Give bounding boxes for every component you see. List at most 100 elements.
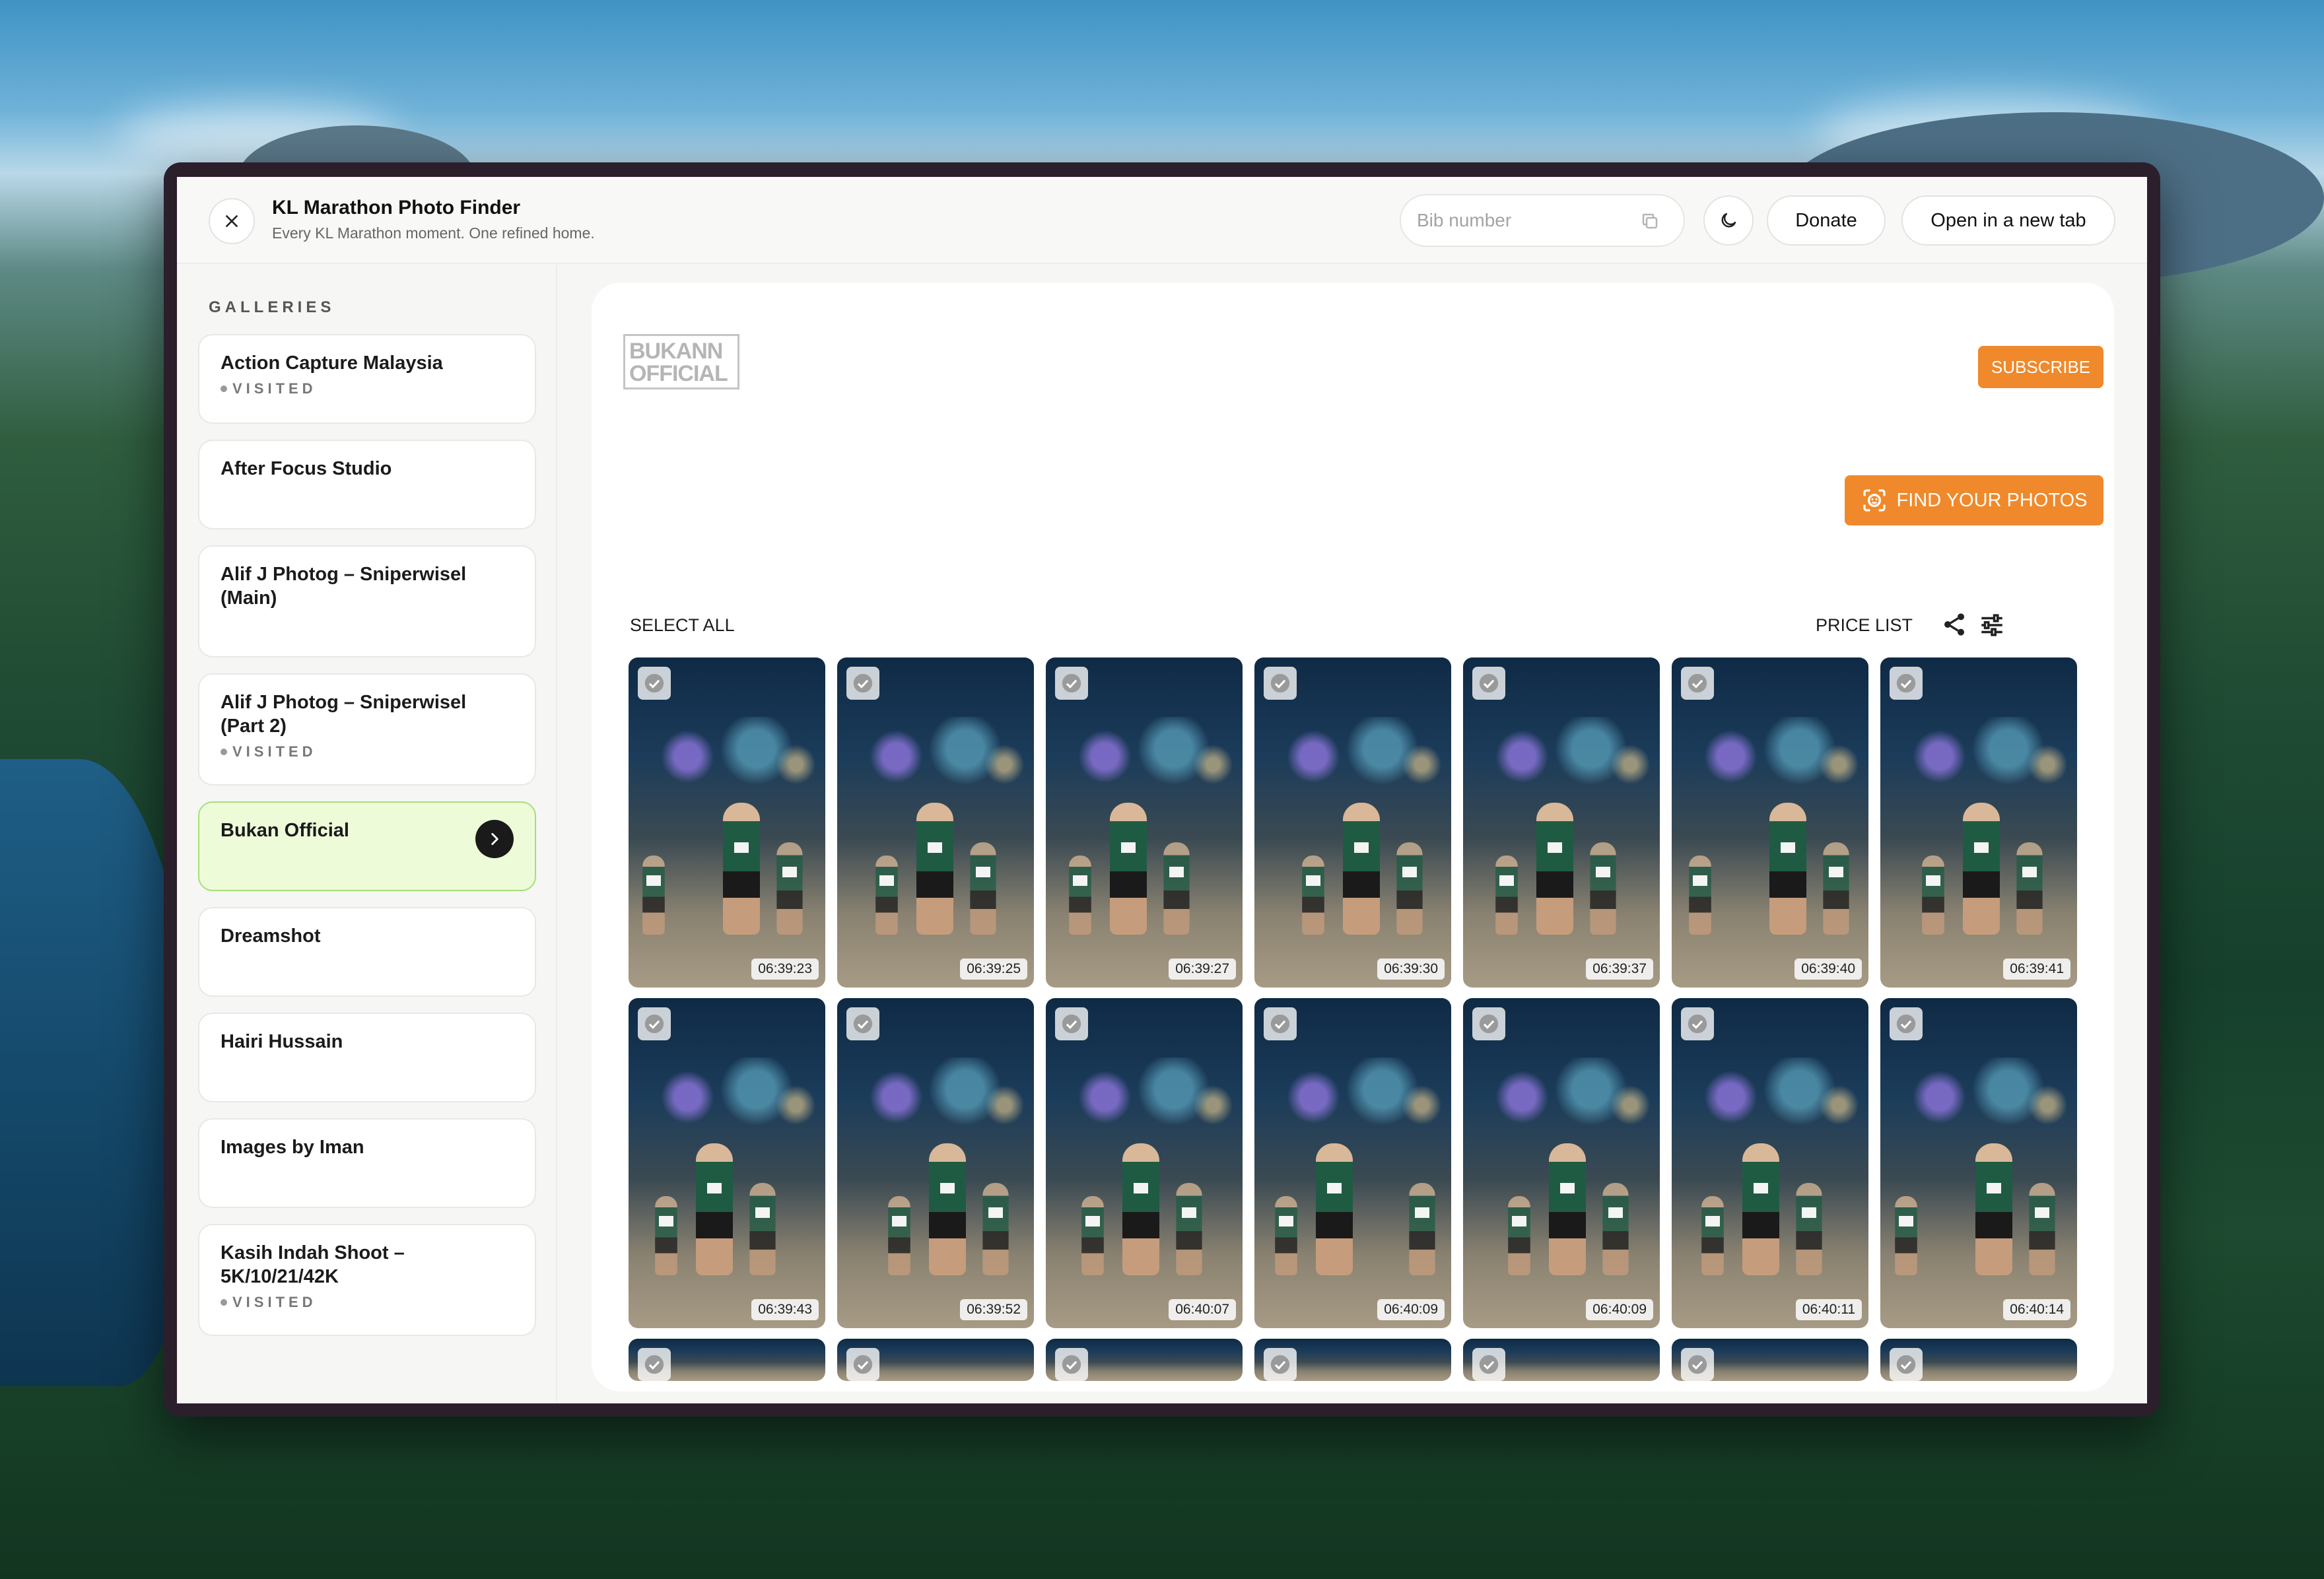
photo-select-checkbox[interactable]	[1681, 667, 1714, 700]
runner-figure	[1823, 842, 1849, 935]
gallery-item[interactable]: After Focus Studio	[198, 440, 536, 529]
photo-select-checkbox[interactable]	[1890, 1007, 1923, 1040]
gallery-content: BUKANN OFFICIAL SUBSCRIBE FIND YOUR PHOT…	[592, 283, 2114, 1392]
photo-select-checkbox[interactable]	[1472, 1348, 1505, 1381]
photo-select-checkbox[interactable]	[846, 1348, 879, 1381]
gallery-name: Action Capture Malaysia	[221, 353, 443, 374]
photo-select-checkbox[interactable]	[1681, 1007, 1714, 1040]
photo-thumbnail[interactable]: 06:39:37	[1463, 657, 1660, 988]
runner-figure	[1495, 856, 1518, 935]
gallery-item[interactable]: Alif J Photog – Sniperwisel (Part 2) VISI…	[198, 673, 536, 786]
photo-thumbnail[interactable]	[837, 1339, 1034, 1381]
price-list-button[interactable]: PRICE LIST	[1816, 615, 1913, 636]
gallery-item[interactable]: Bukan Official	[198, 801, 536, 891]
photo-thumbnail[interactable]	[1254, 1339, 1451, 1381]
photo-thumbnail[interactable]	[1672, 1339, 1868, 1381]
photo-thumbnail[interactable]	[629, 1339, 825, 1381]
photo-thumbnail[interactable]	[1880, 1339, 2077, 1381]
donate-button[interactable]: Donate	[1767, 195, 1886, 246]
photo-thumbnail[interactable]: 06:39:43	[629, 998, 825, 1328]
gallery-item[interactable]: Action Capture Malaysia VISITED	[198, 334, 536, 424]
photo-background	[1672, 1058, 1868, 1137]
photo-thumbnail[interactable]: 06:40:11	[1672, 998, 1868, 1328]
race-bib	[1121, 842, 1136, 853]
photo-background	[1463, 1058, 1660, 1137]
photo-select-checkbox[interactable]	[1890, 667, 1923, 700]
runner-figure	[1602, 1183, 1629, 1275]
check-icon	[1270, 673, 1290, 693]
check-icon	[644, 1355, 664, 1374]
check-icon	[1479, 1014, 1499, 1034]
check-icon	[853, 673, 873, 693]
runner-figure	[888, 1196, 910, 1275]
app-window: KL Marathon Photo Finder Every KL Marath…	[177, 177, 2147, 1403]
runner-figure	[982, 1183, 1009, 1275]
check-icon	[1896, 1014, 1916, 1034]
visited-badge: VISITED	[221, 1294, 514, 1311]
photo-select-checkbox[interactable]	[1264, 667, 1297, 700]
photo-thumbnail[interactable]: 06:39:52	[837, 998, 1034, 1328]
theme-toggle-button[interactable]	[1703, 195, 1754, 246]
gallery-list: Action Capture Malaysia VISITED After Focu…	[198, 334, 536, 1352]
photo-background	[1880, 717, 2077, 796]
photo-select-checkbox[interactable]	[1264, 1348, 1297, 1381]
photo-grid: 06:39:23 06:39:25 06:39:27 06:39:30 06:39:37…	[629, 657, 2078, 1381]
runner-figure	[875, 856, 898, 935]
photo-thumbnail[interactable]	[1046, 1339, 1243, 1381]
photo-thumbnail[interactable]: 06:40:09	[1254, 998, 1451, 1328]
photo-select-checkbox[interactable]	[846, 1007, 879, 1040]
photo-thumbnail[interactable]: 06:39:23	[629, 657, 825, 988]
subscribe-button[interactable]: SUBSCRIBE	[1978, 346, 2103, 388]
race-bib	[1596, 867, 1610, 878]
photo-select-checkbox[interactable]	[846, 667, 879, 700]
photo-thumbnail[interactable]: 06:40:09	[1463, 998, 1660, 1328]
gallery-item[interactable]: Alif J Photog – Sniperwisel (Main)	[198, 545, 536, 657]
race-bib	[1926, 875, 1940, 886]
logo-line-2: OFFICIAL	[629, 361, 728, 386]
photo-select-checkbox[interactable]	[1055, 667, 1088, 700]
photo-thumbnail[interactable]: 06:40:07	[1046, 998, 1243, 1328]
header-bar: KL Marathon Photo Finder Every KL Marath…	[177, 177, 2147, 264]
photo-select-checkbox[interactable]	[1890, 1348, 1923, 1381]
gallery-item[interactable]: Kasih Indah Shoot – 5K/10/21/42K VISITED	[198, 1224, 536, 1336]
photo-select-checkbox[interactable]	[1055, 1007, 1088, 1040]
close-button[interactable]	[209, 198, 255, 244]
photo-thumbnail[interactable]: 06:39:30	[1254, 657, 1451, 988]
runner-figure	[1275, 1196, 1297, 1275]
open-gallery-button[interactable]	[475, 820, 514, 858]
sliders-icon[interactable]	[1978, 611, 2006, 639]
gallery-item[interactable]: Hairi Hussain	[198, 1013, 536, 1102]
photo-thumbnail[interactable]: 06:39:27	[1046, 657, 1243, 988]
photo-select-checkbox[interactable]	[638, 1007, 671, 1040]
share-icon[interactable]	[1941, 611, 1967, 638]
race-bib	[1306, 875, 1320, 886]
race-bib	[646, 875, 661, 886]
find-your-photos-button[interactable]: FIND YOUR PHOTOS	[1845, 475, 2103, 525]
gallery-name: Hairi Hussain	[221, 1031, 343, 1052]
gallery-item[interactable]: Dreamshot	[198, 907, 536, 997]
race-bib	[1829, 867, 1843, 878]
photo-thumbnail[interactable]: 06:39:41	[1880, 657, 2077, 988]
runner-figure	[1536, 803, 1573, 935]
photo-select-checkbox[interactable]	[638, 667, 671, 700]
photo-thumbnail[interactable]: 06:39:40	[1672, 657, 1868, 988]
photo-select-checkbox[interactable]	[1681, 1348, 1714, 1381]
open-new-tab-button[interactable]: Open in a new tab	[1901, 195, 2115, 246]
photo-select-checkbox[interactable]	[1472, 1007, 1505, 1040]
copy-icon[interactable]	[1640, 211, 1660, 231]
photo-thumbnail[interactable]	[1463, 1339, 1660, 1381]
race-bib	[659, 1215, 673, 1226]
visited-label: VISITED	[232, 743, 317, 760]
gallery-item[interactable]: Images by Iman	[198, 1118, 536, 1208]
photo-thumbnail[interactable]: 06:40:14	[1880, 998, 2077, 1328]
select-all-button[interactable]: SELECT ALL	[630, 615, 735, 636]
photo-select-checkbox[interactable]	[638, 1348, 671, 1381]
photo-select-checkbox[interactable]	[1055, 1348, 1088, 1381]
visited-dot	[221, 1299, 227, 1306]
photo-select-checkbox[interactable]	[1264, 1007, 1297, 1040]
photo-thumbnail[interactable]: 06:39:25	[837, 657, 1034, 988]
race-bib	[879, 875, 894, 886]
race-bib	[976, 867, 990, 878]
runner-figure	[1922, 856, 1944, 935]
photo-select-checkbox[interactable]	[1472, 667, 1505, 700]
